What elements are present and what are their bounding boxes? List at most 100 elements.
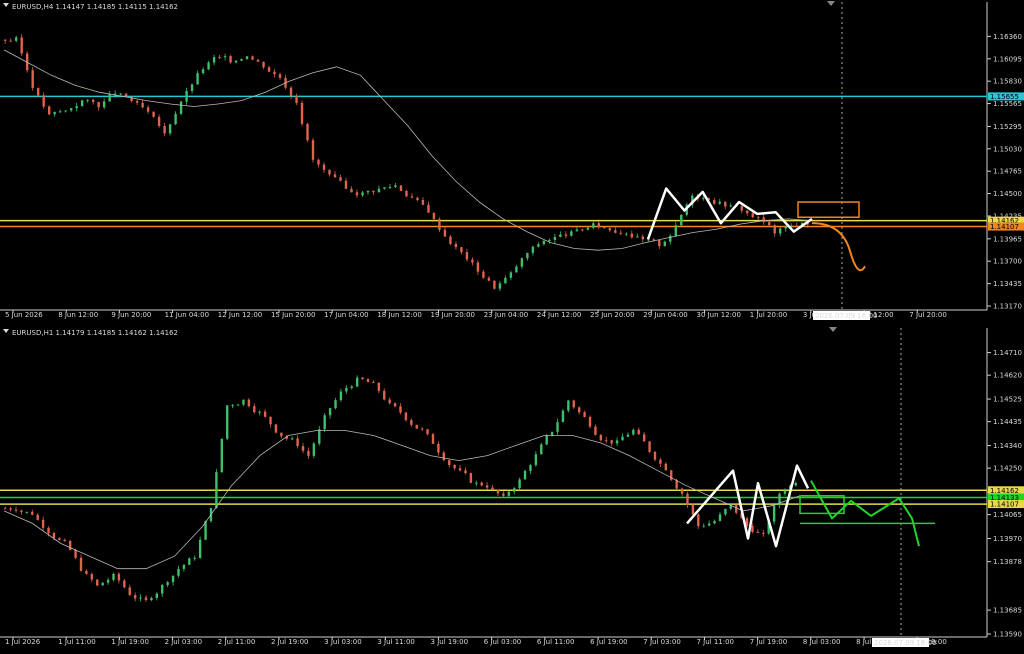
y-tick-label: 1.14250: [993, 465, 1022, 473]
candle-body: [504, 277, 507, 284]
candle-body: [157, 116, 161, 126]
candle-body: [253, 406, 256, 413]
candle-body: [680, 214, 683, 226]
white-zigzag-line: [686, 464, 810, 548]
candle-body: [464, 470, 467, 474]
candle-body: [41, 519, 45, 528]
y-tick-label: 1.13700: [993, 258, 1022, 266]
candle-body: [404, 412, 408, 421]
candle-body: [621, 436, 624, 441]
candle-body: [588, 417, 592, 427]
candle-body: [141, 102, 144, 108]
candle-body: [350, 386, 353, 388]
x-tick-label: 6 Jul 11:00: [537, 638, 575, 646]
candle-body: [9, 40, 12, 42]
candle-body: [36, 87, 40, 96]
candle-body: [377, 188, 381, 193]
x-tick-label: 6 Jul 03:00: [484, 638, 522, 646]
x-tick-label: 17 Jun 04:00: [324, 311, 368, 319]
y-tick-label: 1.13435: [993, 280, 1022, 288]
candle-body: [480, 482, 483, 486]
candle-body: [658, 239, 661, 247]
candle-body: [751, 525, 754, 532]
candle-body: [487, 277, 491, 281]
candle-body: [174, 113, 177, 125]
candle-body: [652, 239, 655, 241]
candle-body: [482, 271, 485, 278]
symbol-header: EURUSD,H1 1.14179 1.14185 1.14162 1.1416…: [12, 329, 178, 337]
candle-body: [540, 444, 543, 455]
candle-body: [421, 199, 425, 205]
candle-body: [323, 415, 326, 430]
y-tick-label: 1.16360: [993, 33, 1022, 41]
white-zigzag-line: [646, 187, 813, 240]
x-tick-label: 7 Jul 11:00: [696, 638, 734, 646]
candle-body: [518, 479, 521, 489]
candle-body: [53, 111, 56, 115]
candle-body: [96, 579, 99, 586]
candle-body: [556, 422, 559, 432]
candle-body: [372, 382, 375, 384]
candle-body: [702, 198, 705, 200]
y-tick-label: 1.13965: [993, 235, 1022, 243]
y-tick-label: 1.16095: [993, 55, 1022, 63]
candle-body: [614, 230, 617, 233]
candle-body: [520, 258, 524, 267]
y-tick-label: 1.14710: [993, 349, 1022, 357]
candle-body: [113, 93, 117, 95]
candle-body: [97, 101, 100, 108]
candle-body: [453, 465, 456, 469]
candle-body: [443, 229, 447, 237]
candle-body: [128, 587, 131, 596]
candle-body: [101, 582, 104, 586]
candle-body: [724, 508, 727, 515]
candle-body: [619, 232, 623, 234]
candle-body: [182, 564, 186, 569]
candle-body: [605, 440, 608, 442]
x-tick-label: 3 Jul 19:00: [431, 638, 469, 646]
x-tick-label: 5 Jun 2026: [5, 311, 43, 319]
y-tick-label: 1.14435: [993, 418, 1022, 426]
x-tick-label: 1 Jul 19:00: [111, 638, 149, 646]
candle-body: [119, 93, 122, 95]
candle-body: [648, 441, 651, 452]
candle-body: [485, 485, 489, 488]
candle-body: [269, 416, 272, 425]
candle-body: [350, 188, 353, 193]
candle-body: [659, 459, 662, 464]
candle-body: [572, 400, 575, 408]
candle-body: [226, 405, 229, 439]
x-tick-label: 7 Jul 03:00: [643, 638, 681, 646]
candle-body: [586, 227, 590, 230]
candle-body: [163, 125, 166, 134]
y-tick-label: 1.14765: [993, 168, 1022, 176]
candle-body: [135, 101, 139, 103]
x-tick-label: 30 Jun 12:00: [696, 311, 740, 319]
candle-body: [106, 579, 110, 583]
y-tick-label: 1.14525: [993, 396, 1022, 404]
candle-body: [567, 400, 570, 411]
candle-body: [475, 482, 478, 484]
candle-body: [223, 56, 227, 58]
candle-body: [68, 540, 72, 550]
candle-body: [289, 87, 293, 96]
candle-body: [534, 454, 538, 466]
candle-body: [713, 520, 716, 524]
candle-body: [442, 452, 446, 461]
candle-body: [608, 228, 612, 231]
candle-body: [630, 233, 634, 238]
orange-target-box: [797, 201, 860, 219]
candle-body: [603, 226, 606, 229]
candle-body: [388, 399, 391, 404]
candle-body: [394, 185, 397, 187]
candle-body: [740, 206, 743, 211]
candle-body: [531, 246, 535, 253]
candle-body: [290, 438, 294, 440]
y-tick-label: 1.13970: [993, 535, 1022, 543]
candle-body: [345, 387, 348, 392]
candle-body: [507, 491, 510, 496]
charts-canvas[interactable]: EURUSD,H4 1.14147 1.14185 1.14115 1.1416…: [0, 0, 1024, 650]
y-tick-label: 1.15295: [993, 123, 1022, 131]
candle-body: [31, 70, 34, 88]
candle-body: [258, 411, 261, 413]
